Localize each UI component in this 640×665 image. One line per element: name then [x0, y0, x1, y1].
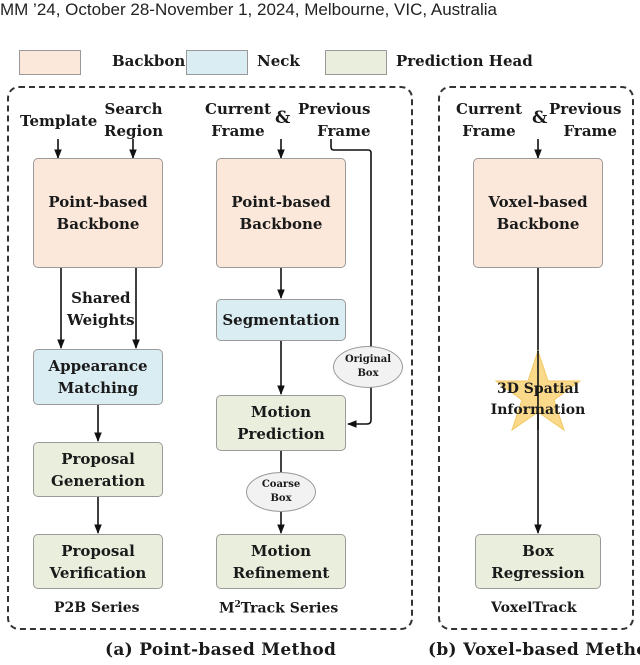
label-template: Template — [20, 112, 98, 130]
ampersand: & — [275, 108, 291, 128]
label-voxel-current-frame: Current Frame — [456, 100, 523, 140]
voxel-ampersand: & — [532, 108, 548, 128]
m2track-point-based-backbone: Point-based Backbone — [216, 158, 346, 268]
p2b-series-label: P2B Series — [54, 600, 140, 616]
label-previous-frame: Previous Frame — [298, 100, 371, 140]
voxel-based-backbone: Voxel-based Backbone — [473, 158, 603, 268]
caption-voxel-based-method: (b) Voxel-based Method — [428, 640, 640, 660]
m2track-motion-refinement: Motion Refinement — [216, 534, 346, 589]
label-current-frame: Current Frame — [205, 100, 272, 140]
p2b-appearance-matching: Appearance Matching — [33, 349, 163, 405]
m2track-motion-prediction: Motion Prediction — [216, 395, 346, 451]
label-voxel-previous-frame: Previous Frame — [549, 100, 622, 140]
m2track-segmentation: Segmentation — [216, 299, 346, 341]
label-shared-weights: Shared Weights — [67, 289, 135, 329]
spatial-information-label: 3D Spatial Information — [490, 381, 586, 418]
m2track-series-label: M2Track Series — [219, 600, 339, 617]
original-box-ellipse: Original Box — [333, 346, 403, 388]
voxel-box-regression: Box Regression — [475, 534, 601, 589]
p2b-point-based-backbone: Point-based Backbone — [33, 158, 163, 268]
p2b-proposal-generation: Proposal Generation — [33, 442, 163, 497]
voxeltrack-label: VoxelTrack — [491, 600, 577, 616]
p2b-proposal-verification: Proposal Verification — [33, 534, 163, 589]
caption-point-based-method: (a) Point-based Method — [105, 640, 337, 660]
label-search-region: Search Region — [104, 100, 164, 140]
coarse-box-ellipse: Coarse Box — [246, 472, 316, 512]
